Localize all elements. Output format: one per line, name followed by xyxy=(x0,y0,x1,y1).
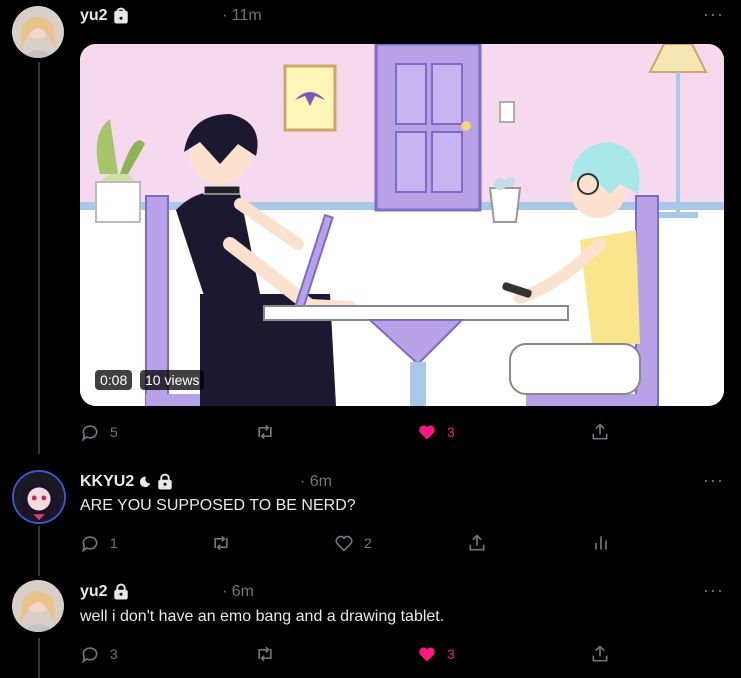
tweet-text: ARE YOU SUPPOSED TO BE NERD? xyxy=(80,497,356,514)
analytics-icon xyxy=(591,533,611,553)
reply-icon xyxy=(80,533,100,553)
avatar-yu2[interactable] xyxy=(12,6,64,58)
share-button[interactable] xyxy=(590,644,610,664)
like-count: 2 xyxy=(364,535,372,551)
retweet-button[interactable] xyxy=(254,644,276,664)
timestamp[interactable]: · 11m xyxy=(222,7,262,25)
reply-icon xyxy=(80,644,100,664)
reply-count: 1 xyxy=(110,535,118,551)
analytics-button[interactable] xyxy=(591,533,611,553)
like-button[interactable]: 3 xyxy=(417,422,455,442)
reply-button[interactable]: 1 xyxy=(80,533,118,553)
avatar-kkyu2[interactable] xyxy=(12,470,66,524)
like-button[interactable]: 3 xyxy=(417,644,455,664)
author-name[interactable]: yu2 xyxy=(80,583,130,601)
reply-icon xyxy=(80,422,100,442)
retweet-button[interactable] xyxy=(210,533,232,553)
like-count: 3 xyxy=(447,646,455,662)
share-button[interactable] xyxy=(467,533,487,553)
video-views: 10 views xyxy=(140,370,205,390)
author-name[interactable]: yu2 xyxy=(80,7,130,25)
reply-count: 3 xyxy=(110,646,118,662)
heart-filled-icon xyxy=(417,422,437,442)
more-options-button[interactable]: ··· xyxy=(703,4,724,25)
timestamp[interactable]: · 6m xyxy=(300,473,332,491)
thread-line xyxy=(38,62,40,454)
author-name[interactable]: KKYU2 xyxy=(80,473,174,491)
retweet-icon xyxy=(254,644,276,664)
reply-button[interactable]: 3 xyxy=(80,644,118,664)
reply-button[interactable]: 5 xyxy=(80,422,118,442)
share-icon xyxy=(590,422,610,442)
video-duration: 0:08 xyxy=(95,370,133,390)
avatar-yu2[interactable] xyxy=(12,580,64,632)
reply-count: 5 xyxy=(110,424,118,440)
moon-heart-icon xyxy=(138,475,152,489)
more-options-button[interactable]: ··· xyxy=(703,580,724,601)
heart-outline-icon xyxy=(334,533,354,553)
thread-line xyxy=(38,638,40,678)
heart-filled-icon xyxy=(417,644,437,664)
more-options-button[interactable]: ··· xyxy=(703,470,724,491)
retweet-button[interactable] xyxy=(254,422,276,442)
retweet-icon xyxy=(254,422,276,442)
retweet-icon xyxy=(210,533,232,553)
share-button[interactable] xyxy=(590,422,610,442)
share-icon xyxy=(590,644,610,664)
timestamp[interactable]: · 6m xyxy=(222,583,254,601)
like-button[interactable]: 2 xyxy=(334,533,372,553)
like-count: 3 xyxy=(447,424,455,440)
tweet-text: well i don't have an emo bang and a draw… xyxy=(80,608,445,625)
lock-icon xyxy=(156,473,174,491)
video-player[interactable]: 0:08 10 views xyxy=(80,44,724,406)
lock-icon xyxy=(112,583,130,601)
thread-line xyxy=(38,526,40,576)
share-icon xyxy=(467,533,487,553)
video-frame-illustration xyxy=(80,44,724,406)
lock-icon xyxy=(112,7,130,25)
